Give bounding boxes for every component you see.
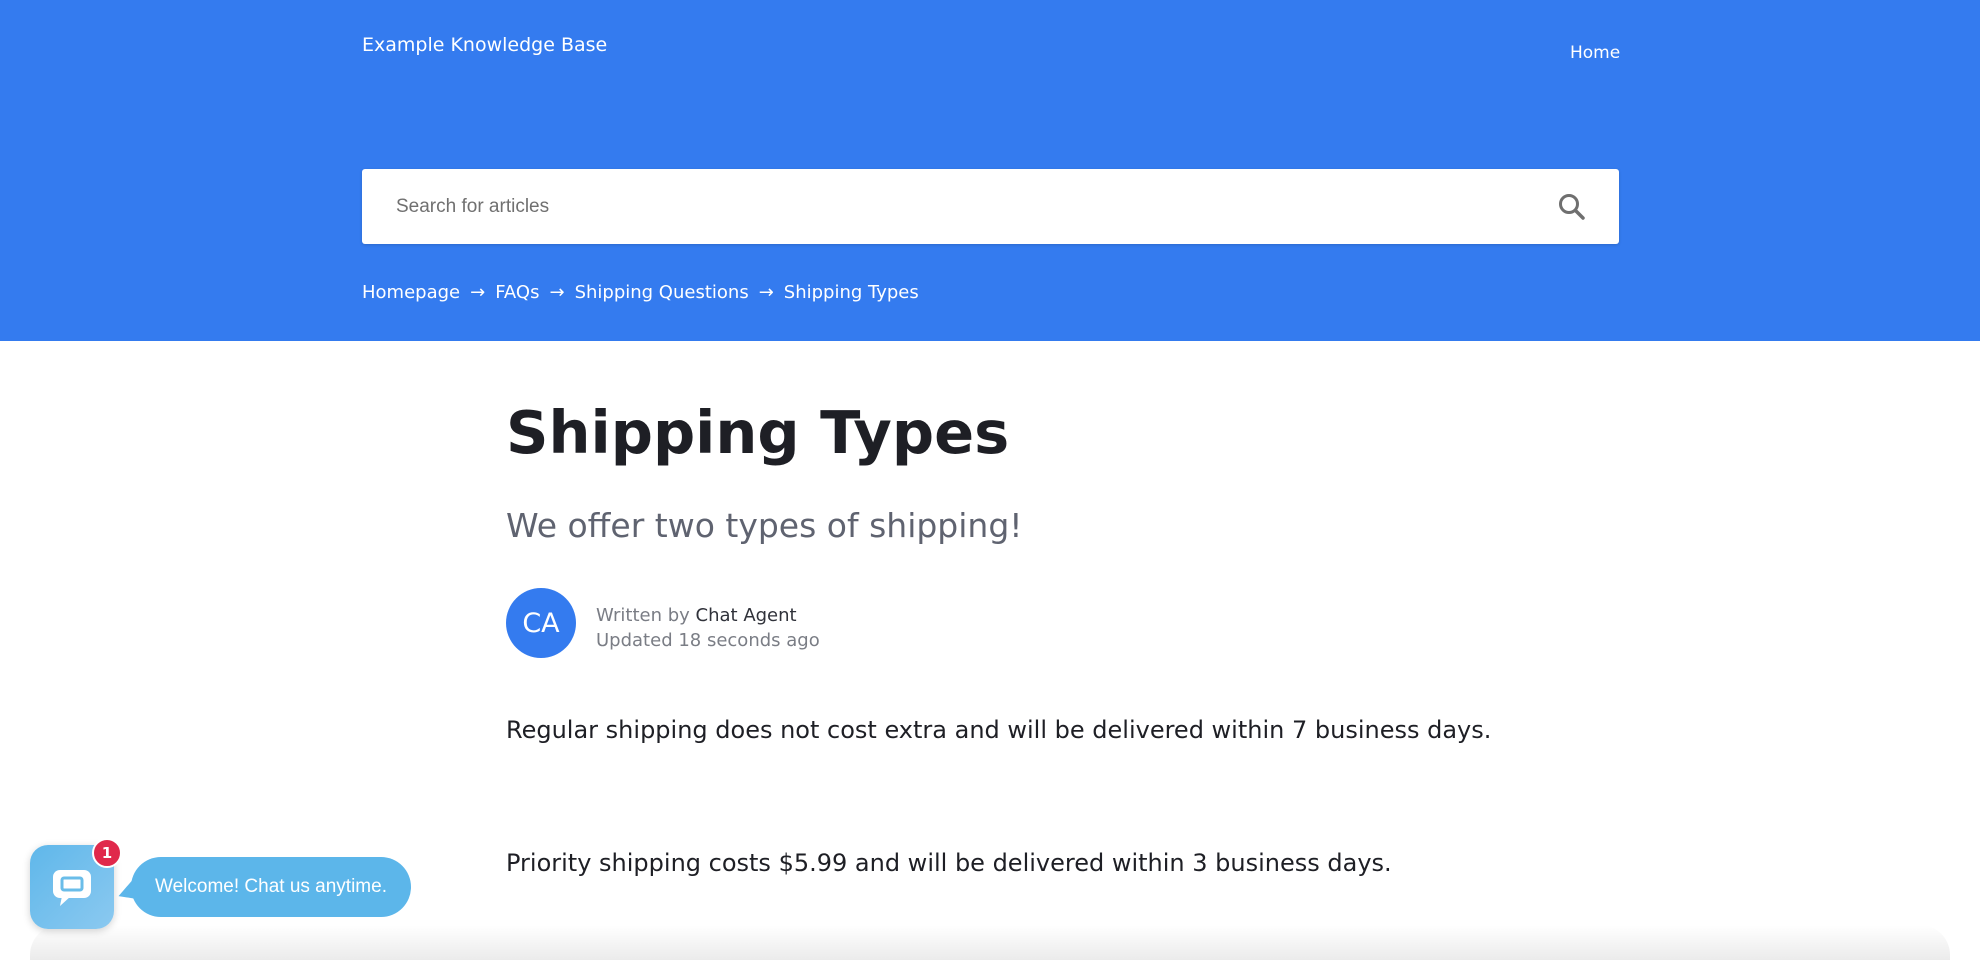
header-banner: Example Knowledge Base Home Homepage → FAQ…	[0, 0, 1980, 341]
breadcrumb-separator: →	[549, 282, 565, 303]
brand-link[interactable]: Example Knowledge Base	[362, 34, 607, 56]
search-icon[interactable]	[1556, 191, 1588, 223]
author-name: Chat Agent	[695, 605, 797, 626]
chat-unread-badge: 1	[92, 838, 122, 868]
article-paragraph: Regular shipping does not cost extra and…	[506, 716, 1492, 744]
chat-icon	[53, 870, 91, 906]
search-input[interactable]	[362, 169, 1532, 244]
written-by-label: Written by	[596, 605, 690, 626]
article-paragraph: Priority shipping costs $5.99 and will b…	[506, 849, 1392, 877]
author-line: Written by Chat Agent	[596, 603, 820, 628]
breadcrumb-item-faqs[interactable]: FAQs	[495, 282, 539, 303]
updated-time: Updated 18 seconds ago	[596, 630, 820, 651]
nav-home-link[interactable]: Home	[1570, 43, 1620, 63]
breadcrumb-separator: →	[758, 282, 774, 303]
article-meta: Written by Chat Agent Updated 18 seconds…	[596, 603, 820, 653]
search-box	[362, 169, 1619, 244]
breadcrumb-separator: →	[470, 282, 486, 303]
article-title: Shipping Types	[506, 398, 1010, 467]
bottom-panel-shadow	[30, 925, 1950, 960]
breadcrumb-item-current: Shipping Types	[783, 282, 919, 303]
author-avatar: CA	[506, 588, 576, 658]
chat-welcome-bubble[interactable]: Welcome! Chat us anytime.	[131, 857, 411, 917]
breadcrumb-item-homepage[interactable]: Homepage	[362, 282, 460, 303]
breadcrumb-item-shipping-questions[interactable]: Shipping Questions	[575, 282, 749, 303]
article-subtitle: We offer two types of shipping!	[506, 506, 1023, 545]
breadcrumb: Homepage → FAQs → Shipping Questions → Shippin…	[362, 282, 919, 303]
